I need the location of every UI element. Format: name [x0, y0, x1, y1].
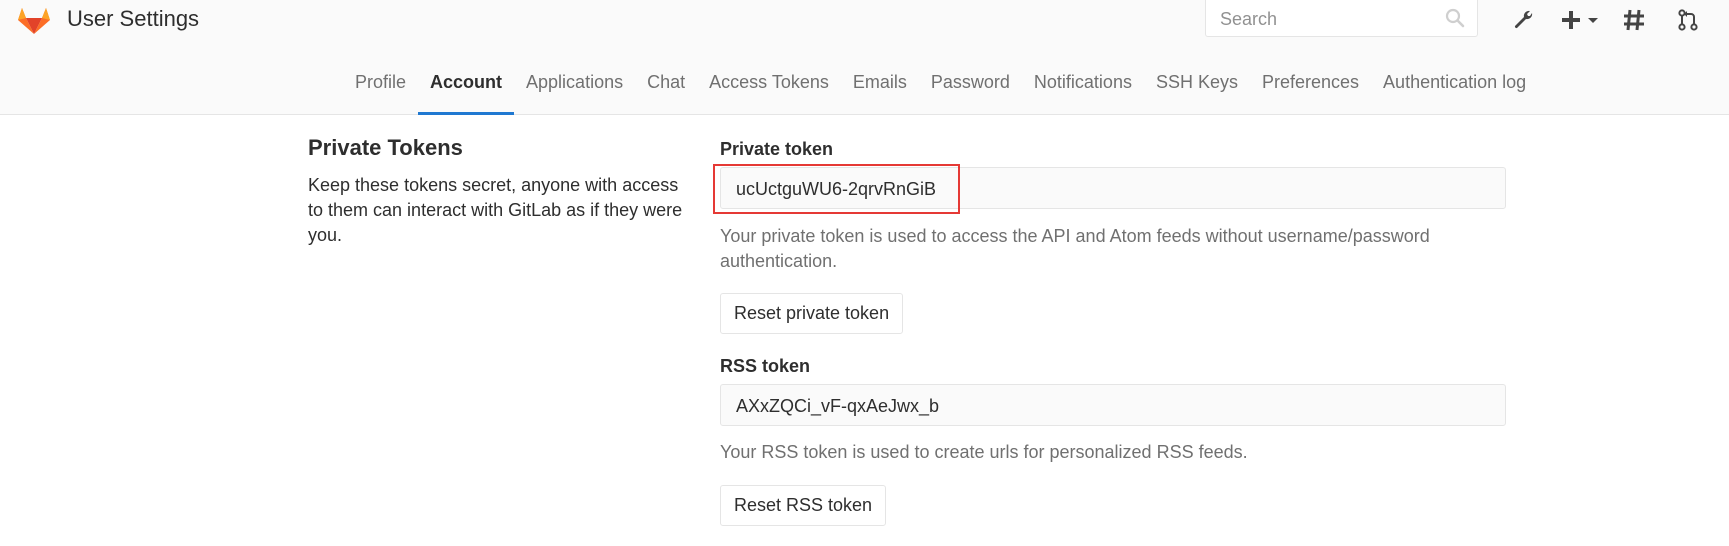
search-input[interactable]: [1218, 8, 1442, 31]
tab-notifications[interactable]: Notifications: [1022, 62, 1144, 114]
plus-icon[interactable]: [1559, 8, 1583, 32]
top-header: User Settings Profile Account Applicatio…: [0, 0, 1729, 115]
tab-authentication-log[interactable]: Authentication log: [1371, 62, 1538, 114]
tab-password[interactable]: Password: [919, 62, 1022, 114]
wrench-icon[interactable]: [1512, 8, 1536, 32]
tab-chat[interactable]: Chat: [635, 62, 697, 114]
rss-token-field[interactable]: [720, 384, 1506, 426]
tab-account[interactable]: Account: [418, 62, 515, 115]
tab-applications[interactable]: Applications: [514, 62, 635, 114]
reset-private-token-button[interactable]: Reset private token: [720, 293, 904, 334]
tab-profile[interactable]: Profile: [343, 62, 418, 114]
private-token-field[interactable]: [720, 167, 1506, 209]
tab-preferences[interactable]: Preferences: [1250, 62, 1371, 114]
search-icon: [1445, 8, 1465, 28]
reset-rss-token-button[interactable]: Reset RSS token: [720, 485, 887, 526]
tab-ssh-keys[interactable]: SSH Keys: [1144, 62, 1250, 114]
rss-token-input[interactable]: [734, 395, 1438, 418]
merge-request-icon[interactable]: [1676, 8, 1700, 32]
hash-icon[interactable]: [1622, 8, 1646, 32]
tab-access-tokens[interactable]: Access Tokens: [697, 62, 841, 114]
gitlab-logo[interactable]: [16, 0, 52, 36]
chevron-down-icon[interactable]: [1586, 8, 1600, 32]
rss-token-help: Your RSS token is used to create urls fo…: [720, 442, 1248, 462]
settings-tabs: Profile Account Applications Chat Access…: [0, 62, 1729, 115]
private-token-label: Private token: [720, 139, 834, 159]
search-box[interactable]: [1205, 0, 1478, 37]
private-token-help: Your private token is used to access the…: [720, 226, 1430, 271]
section-title: Private Tokens: [308, 135, 463, 160]
section-description: Keep these tokens secret, anyone with ac…: [308, 175, 683, 245]
app-title: User Settings: [67, 6, 200, 31]
rss-token-label: RSS token: [720, 356, 811, 376]
tab-emails[interactable]: Emails: [841, 62, 919, 114]
private-token-input[interactable]: [734, 178, 1438, 201]
